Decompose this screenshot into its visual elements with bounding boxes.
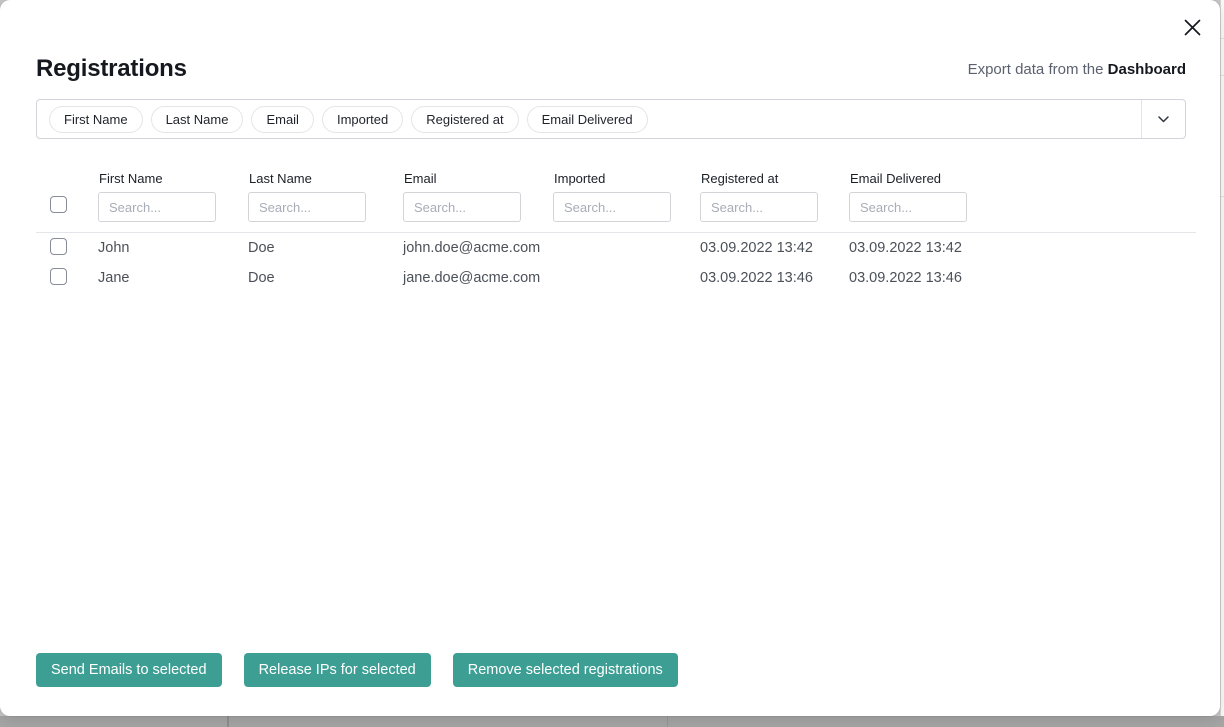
cell-email-delivered: 03.09.2022 13:42 bbox=[849, 240, 1000, 256]
search-input-email-delivered[interactable] bbox=[849, 192, 967, 222]
remove-registrations-button[interactable]: Remove selected registrations bbox=[453, 653, 678, 687]
cell-first-name: John bbox=[98, 240, 248, 256]
filter-chip-last-name[interactable]: Last Name bbox=[151, 106, 244, 133]
background-divider bbox=[667, 716, 668, 727]
filter-chip-imported[interactable]: Imported bbox=[322, 106, 403, 133]
table-row: Jane Doe jane.doe@acme.com 03.09.2022 13… bbox=[36, 263, 1196, 293]
column-filter-bar[interactable]: First Name Last Name Email Imported Regi… bbox=[36, 99, 1186, 139]
select-all-checkbox[interactable] bbox=[50, 196, 67, 213]
filter-dropdown-toggle[interactable] bbox=[1142, 100, 1185, 138]
background-page-strip bbox=[0, 716, 1224, 727]
filter-chip-email-delivered[interactable]: Email Delivered bbox=[527, 106, 648, 133]
filter-chip-email[interactable]: Email bbox=[251, 106, 314, 133]
column-header-last-name: Last Name bbox=[248, 171, 403, 186]
cell-registered-at: 03.09.2022 13:42 bbox=[700, 240, 849, 256]
search-input-email[interactable] bbox=[403, 192, 521, 222]
export-hint-text: Export data from the bbox=[968, 61, 1104, 78]
page-title: Registrations bbox=[36, 54, 187, 84]
column-header-first-name: First Name bbox=[98, 171, 248, 186]
registrations-modal: Registrations Export data from the Dashb… bbox=[0, 0, 1220, 716]
cell-email: jane.doe@acme.com bbox=[403, 270, 553, 286]
column-header-email: Email bbox=[403, 171, 553, 186]
send-emails-button[interactable]: Send Emails to selected bbox=[36, 653, 222, 687]
cell-email: john.doe@acme.com bbox=[403, 240, 553, 256]
background-divider bbox=[227, 716, 229, 727]
filter-chip-registered-at[interactable]: Registered at bbox=[411, 106, 518, 133]
column-header-email-delivered: Email Delivered bbox=[849, 171, 1000, 186]
search-input-registered-at[interactable] bbox=[700, 192, 818, 222]
table-header-row: First Name Last Name Email Imported Regi… bbox=[36, 171, 1196, 186]
table-search-row bbox=[36, 192, 1196, 222]
background-page-strip-right bbox=[1220, 0, 1224, 716]
column-header-registered-at: Registered at bbox=[700, 171, 849, 186]
table-row: John Doe john.doe@acme.com 03.09.2022 13… bbox=[36, 233, 1196, 263]
modal-header: Registrations Export data from the Dashb… bbox=[36, 54, 1186, 84]
close-icon bbox=[1184, 19, 1201, 36]
search-input-last-name[interactable] bbox=[248, 192, 366, 222]
close-button[interactable] bbox=[1182, 17, 1202, 37]
cell-last-name: Doe bbox=[248, 240, 403, 256]
dashboard-link[interactable]: Dashboard bbox=[1108, 61, 1186, 78]
export-hint: Export data from the Dashboard bbox=[968, 61, 1186, 78]
chevron-down-icon bbox=[1158, 116, 1169, 123]
select-row-checkbox[interactable] bbox=[50, 268, 67, 285]
release-ips-button[interactable]: Release IPs for selected bbox=[244, 653, 431, 687]
bulk-actions: Send Emails to selected Release IPs for … bbox=[36, 653, 678, 687]
select-row-checkbox[interactable] bbox=[50, 238, 67, 255]
filter-chip-first-name[interactable]: First Name bbox=[49, 106, 143, 133]
cell-first-name: Jane bbox=[98, 270, 248, 286]
cell-last-name: Doe bbox=[248, 270, 403, 286]
column-header-imported: Imported bbox=[553, 171, 700, 186]
cell-registered-at: 03.09.2022 13:46 bbox=[700, 270, 849, 286]
search-input-first-name[interactable] bbox=[98, 192, 216, 222]
cell-email-delivered: 03.09.2022 13:46 bbox=[849, 270, 1000, 286]
search-input-imported[interactable] bbox=[553, 192, 671, 222]
